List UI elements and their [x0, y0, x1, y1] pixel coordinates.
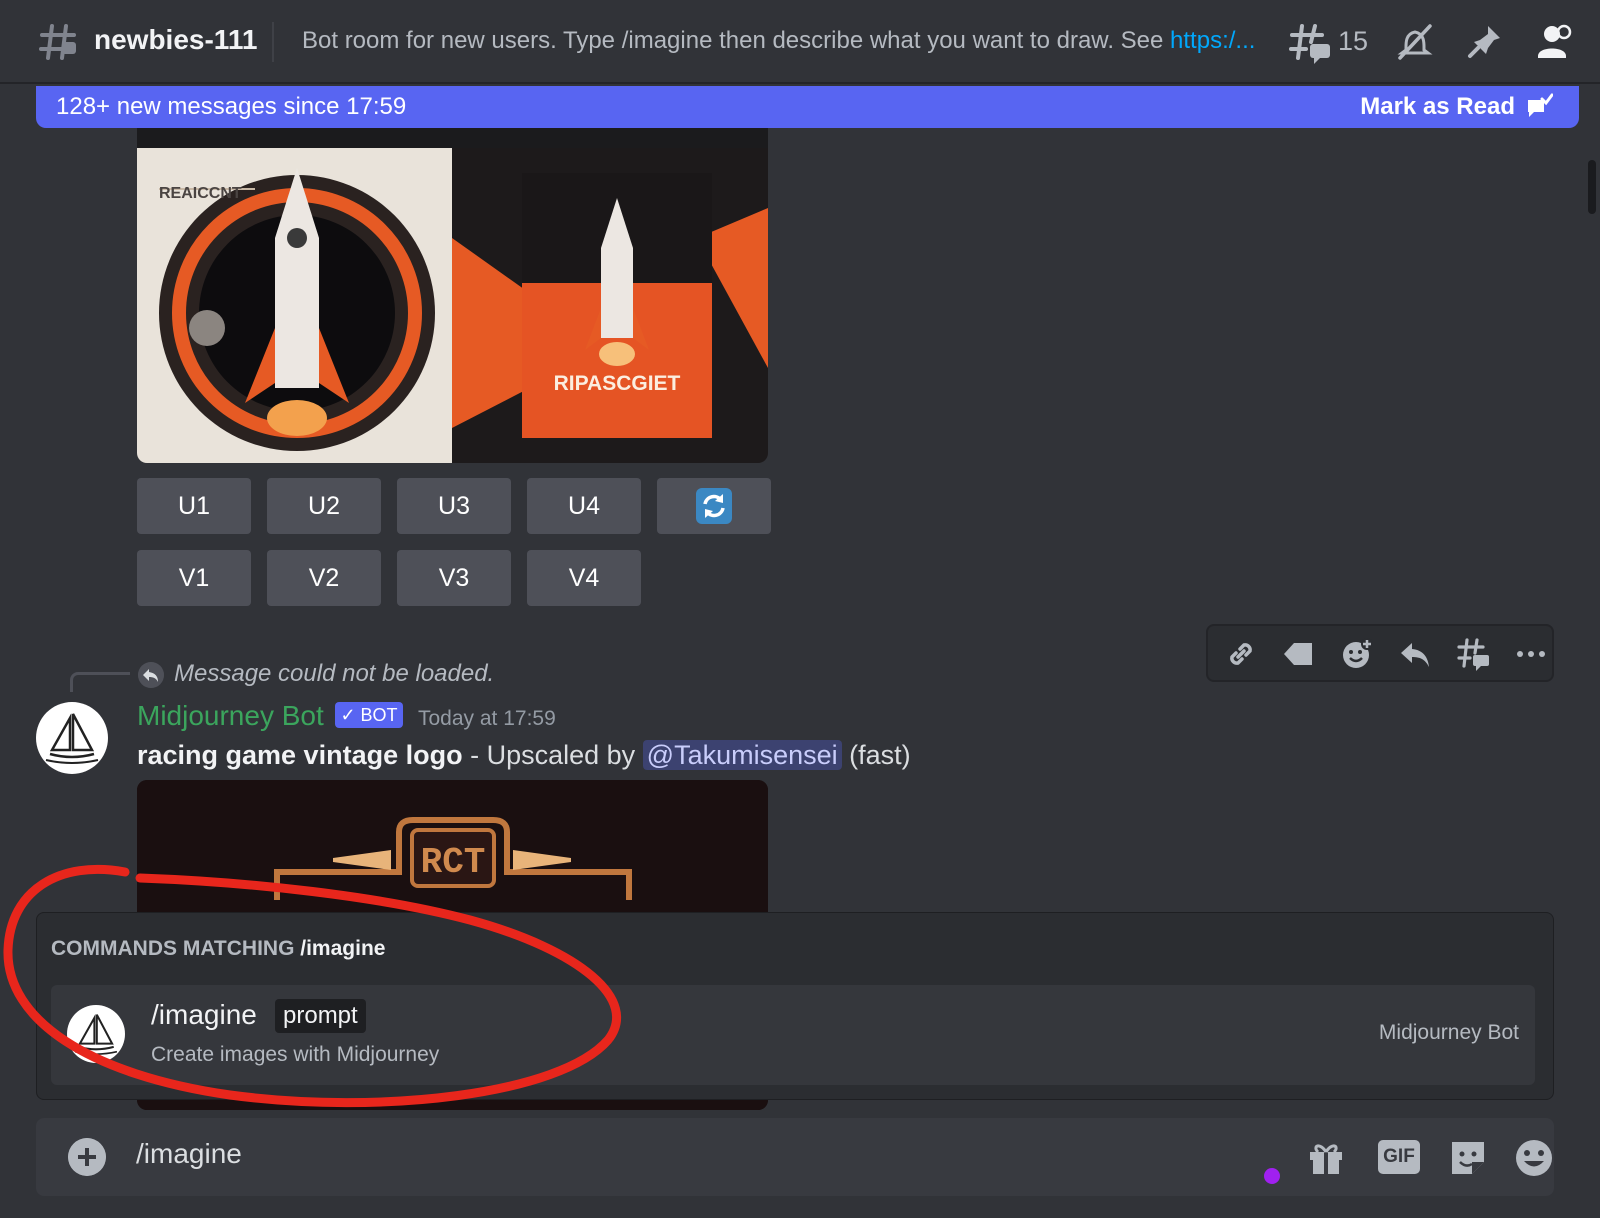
variation-button-2[interactable]: V2	[267, 550, 381, 606]
rocket-grid-image[interactable]: REAICCNT RIPASCGIET	[137, 128, 768, 463]
sailboat-icon	[45, 713, 99, 764]
reroll-button[interactable]	[657, 478, 771, 534]
emoji-icon[interactable]	[1514, 1138, 1554, 1178]
status-dot	[1262, 1166, 1282, 1186]
reply-icon[interactable]	[1398, 637, 1432, 671]
commands-matching-header: COMMANDS MATCHING /imagine	[51, 937, 385, 961]
sticker-icon[interactable]	[1448, 1138, 1488, 1178]
channel-hash-icon	[39, 24, 76, 60]
message-timestamp[interactable]: Today at 17:59	[418, 707, 556, 731]
command-argument: prompt	[275, 999, 366, 1033]
mark-unread-icon[interactable]	[1282, 637, 1316, 671]
topic-link[interactable]: https:/...	[1170, 27, 1255, 54]
command-bot-avatar	[67, 1005, 125, 1063]
speed-text: (fast)	[841, 740, 911, 770]
header-divider	[272, 22, 274, 62]
gif-button[interactable]: GIF	[1378, 1140, 1420, 1174]
sailboat-icon	[74, 1014, 118, 1055]
more-options-icon[interactable]	[1514, 637, 1548, 671]
mark-read-icon[interactable]	[1525, 92, 1553, 120]
message-content: racing game vintage logo - Upscaled by @…	[137, 740, 911, 771]
upscaled-by-text: - Upscaled by	[462, 740, 643, 770]
reply-connector	[70, 672, 130, 692]
commands-matching-label: COMMANDS MATCHING	[51, 937, 295, 960]
topic-text: Bot room for new users. Type /imagine th…	[302, 27, 1171, 54]
copy-link-icon[interactable]	[1224, 637, 1258, 671]
pin-icon[interactable]	[1466, 22, 1504, 62]
scrollbar-thumb[interactable]	[1588, 160, 1596, 214]
user-mention[interactable]: @Takumisensei	[642, 740, 842, 770]
reply-unavailable-text[interactable]: Message could not be loaded.	[174, 660, 494, 688]
command-autocomplete-popup: COMMANDS MATCHING /imagine /imagine prom…	[36, 912, 1554, 1100]
message-input-bar[interactable]: /imagine GIF	[36, 1118, 1554, 1196]
bot-badge: ✓ BOT	[335, 702, 403, 728]
new-messages-text: 128+ new messages since 17:59	[56, 93, 407, 120]
threads-icon[interactable]	[1288, 22, 1334, 64]
refresh-icon	[696, 488, 732, 524]
variation-button-4[interactable]: V4	[527, 550, 641, 606]
author-name[interactable]: Midjourney Bot	[137, 700, 324, 732]
mute-bell-icon[interactable]	[1396, 22, 1434, 62]
channel-header: newbies-111 Bot room for new users. Type…	[0, 0, 1600, 84]
variation-button-1[interactable]: V1	[137, 550, 251, 606]
avatar[interactable]	[36, 702, 108, 774]
logo-letters: RCT	[421, 842, 486, 883]
channel-topic[interactable]: Bot room for new users. Type /imagine th…	[302, 27, 1267, 55]
command-description: Create images with Midjourney	[151, 1043, 440, 1066]
command-source-bot: Midjourney Bot	[1378, 1021, 1519, 1044]
channel-name: newbies-111	[94, 24, 258, 55]
threads-count: 15	[1338, 26, 1369, 56]
gift-icon[interactable]	[1306, 1138, 1346, 1178]
add-attachment-icon[interactable]	[68, 1138, 106, 1176]
prompt-text: racing game vintage logo	[137, 740, 463, 770]
left-grid-title: REAICCNT	[159, 185, 242, 202]
upscale-button-3[interactable]: U3	[397, 478, 511, 534]
add-reaction-icon[interactable]	[1340, 637, 1374, 671]
reply-arrow-icon	[138, 662, 164, 688]
message-actions-toolbar	[1206, 624, 1554, 682]
upscale-button-4[interactable]: U4	[527, 478, 641, 534]
image-grid[interactable]: REAICCNT RIPASCGIET	[137, 128, 768, 463]
new-messages-banner[interactable]: 128+ new messages since 17:59 Mark as Re…	[36, 86, 1579, 128]
upscale-button-2[interactable]: U2	[267, 478, 381, 534]
right-grid-title: RIPASCGIET	[554, 372, 681, 395]
command-option-imagine[interactable]: /imagine prompt Create images with Midjo…	[51, 985, 1535, 1085]
member-list-icon[interactable]	[1536, 22, 1574, 62]
upscale-button-1[interactable]: U1	[137, 478, 251, 534]
command-name: /imagine	[151, 999, 257, 1030]
create-thread-icon[interactable]	[1456, 637, 1490, 671]
variation-button-3[interactable]: V3	[397, 550, 511, 606]
message-input[interactable]: /imagine	[136, 1138, 242, 1170]
commands-query: /imagine	[300, 937, 386, 960]
mark-as-read-button[interactable]: Mark as Read	[1360, 93, 1515, 121]
